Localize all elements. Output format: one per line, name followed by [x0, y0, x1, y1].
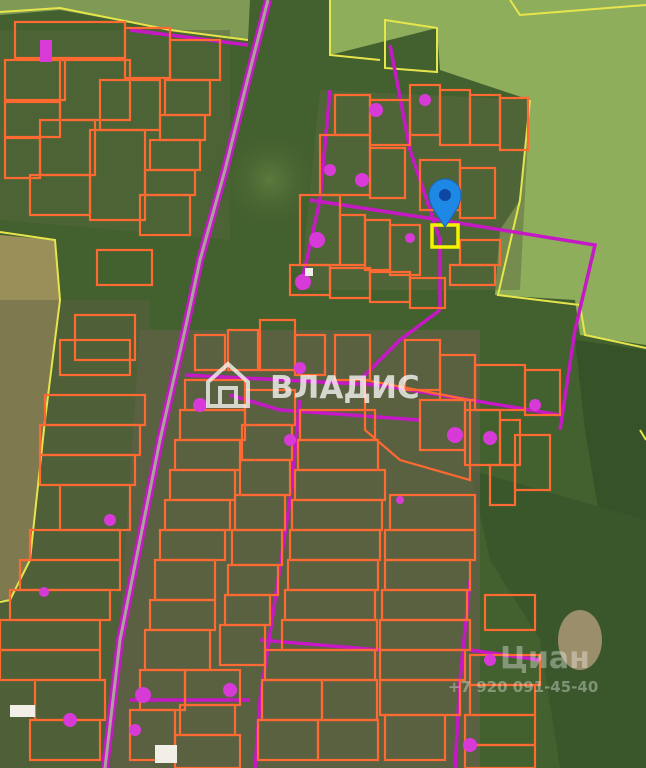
map-canvas: ВЛАДИС Циан +7 920 091-45-40: [0, 0, 646, 768]
watermark-brand: ВЛАДИС: [270, 370, 420, 406]
residential-area-west: [0, 300, 150, 768]
residential-area-northwest: [0, 30, 230, 240]
watermark-source: Циан: [500, 641, 590, 676]
watermark-phone: +7 920 091-45-40: [448, 678, 598, 696]
satellite-map[interactable]: ВЛАДИС Циан +7 920 091-45-40: [0, 0, 646, 768]
vegetation-patch: [210, 120, 330, 240]
